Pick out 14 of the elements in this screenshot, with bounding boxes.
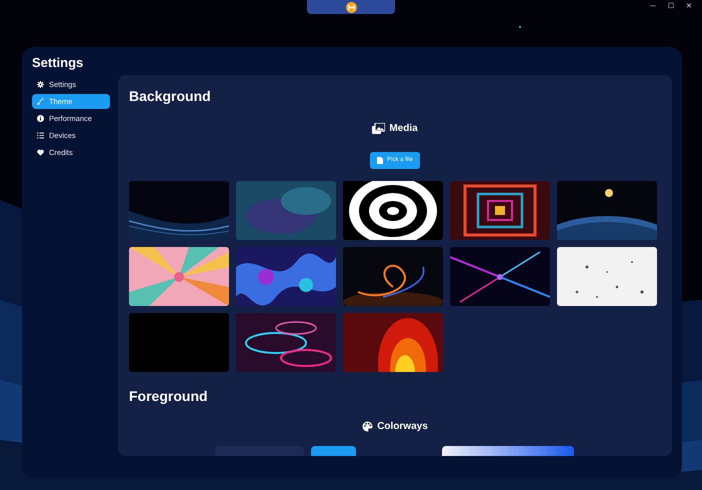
brush-icon — [37, 98, 44, 105]
gear-icon — [37, 81, 44, 88]
list-icon — [37, 132, 44, 139]
info-icon — [37, 115, 44, 122]
heart-icon — [37, 149, 44, 156]
section-heading: Background — [129, 87, 212, 105]
palette-icon — [362, 421, 374, 432]
subsection-title: Media — [389, 122, 418, 136]
section-heading: Foreground — [129, 387, 209, 405]
logo-icon — [346, 2, 356, 12]
images-icon — [372, 123, 386, 134]
app-title: Settings — [32, 55, 84, 71]
subsection-title: Colorways — [377, 420, 428, 434]
file-icon — [377, 157, 384, 164]
